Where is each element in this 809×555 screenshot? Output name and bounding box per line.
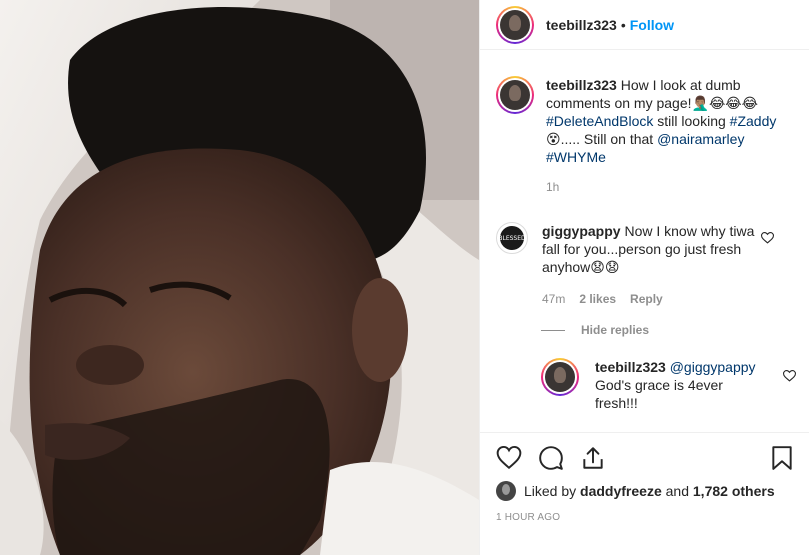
commenter-avatar-logo: BLESSED — [498, 226, 526, 250]
comment-likes[interactable]: 2 likes — [579, 290, 616, 308]
comment-heart-icon[interactable] — [761, 232, 774, 244]
post-caption: teebillz323 How I look at dumb comments … — [496, 76, 796, 196]
likes-count[interactable]: 1,782 others — [693, 483, 775, 499]
hashtag-zaddy[interactable]: #Zaddy — [730, 113, 777, 129]
author-avatar[interactable] — [496, 5, 534, 44]
photo-illustration — [0, 0, 479, 555]
commenter-avatar[interactable]: BLESSED — [496, 222, 528, 254]
caption-text-3: 😵..... Still on that — [546, 131, 658, 147]
liked-by-prefix: Liked by — [524, 483, 577, 499]
post-side-panel: teebillz323 • Follow teebillz323 How I l… — [479, 0, 809, 555]
liked-by-and: and — [665, 483, 689, 499]
heart-icon[interactable] — [496, 445, 522, 471]
hide-replies-line — [541, 329, 565, 331]
hide-replies-button[interactable]: Hide replies — [541, 323, 649, 337]
liked-by: Liked by daddyfreeze and 1,782 others — [496, 481, 775, 501]
comment-reply: teebillz323 @giggypappy God's grace is 4… — [541, 358, 796, 412]
reply-avatar[interactable] — [541, 358, 579, 396]
hashtag-whyme[interactable]: #WHYMe — [546, 149, 606, 165]
author-username[interactable]: teebillz323 — [546, 17, 617, 33]
reply-heart-icon[interactable] — [783, 370, 796, 382]
share-icon[interactable] — [580, 445, 606, 471]
post-photo[interactable] — [0, 0, 479, 555]
post-timestamp[interactable]: 1 HOUR AGO — [496, 512, 560, 523]
comment: BLESSED giggypappy Now I know why tiwa f… — [496, 222, 796, 308]
header-separator: • — [620, 16, 626, 33]
caption-time[interactable]: 1h — [546, 178, 796, 196]
post-actions: Liked by daddyfreeze and 1,782 others 1 … — [480, 432, 809, 555]
caption-avatar[interactable] — [496, 76, 534, 114]
reply-mention[interactable]: @giggypappy — [670, 359, 756, 375]
commenter-username[interactable]: giggypappy — [542, 223, 621, 239]
post-header: teebillz323 • Follow — [480, 0, 809, 50]
liker-avatar[interactable] — [496, 481, 516, 501]
reply-text: God's grace is 4ever fresh!!! — [595, 377, 723, 411]
reply-username[interactable]: teebillz323 — [595, 359, 666, 375]
caption-text-2: still looking — [653, 113, 730, 129]
comment-reply-button[interactable]: Reply — [630, 290, 663, 308]
hashtag-deleteandblock[interactable]: #DeleteAndBlock — [546, 113, 653, 129]
hide-replies-label: Hide replies — [581, 323, 650, 337]
liker-username[interactable]: daddyfreeze — [580, 483, 662, 499]
comment-time[interactable]: 47m — [542, 290, 565, 308]
mention-nairamarley[interactable]: @nairamarley — [657, 131, 744, 147]
follow-button[interactable]: Follow — [630, 17, 674, 33]
caption-username[interactable]: teebillz323 — [546, 77, 617, 93]
bookmark-icon[interactable] — [770, 445, 794, 471]
instagram-post: teebillz323 • Follow teebillz323 How I l… — [0, 0, 809, 555]
comment-icon[interactable] — [538, 445, 564, 471]
comment-meta: 47m 2 likes Reply — [542, 290, 757, 308]
